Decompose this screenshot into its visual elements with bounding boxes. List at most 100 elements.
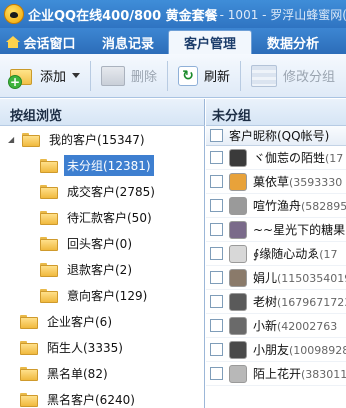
- tree-node-ungrouped[interactable]: 未分组(12381): [40, 154, 154, 176]
- avatar: [229, 292, 247, 311]
- avatar: [229, 148, 247, 167]
- toolbar-divider: [167, 60, 169, 91]
- row-checkbox[interactable]: [210, 151, 223, 164]
- tree-node-my-customers[interactable]: ◢ 我的客户(15347): [8, 128, 148, 150]
- customer-nickname: ~~星光下的糖果: [253, 223, 346, 237]
- row-checkbox[interactable]: [210, 343, 223, 356]
- customer-qq: (17: [319, 248, 338, 261]
- chevron-down-icon: [72, 73, 81, 78]
- avatar: [229, 268, 247, 287]
- folder-icon: [40, 159, 58, 173]
- tree-node-awaiting-payment[interactable]: 待汇款客户(50): [40, 206, 155, 228]
- group-tree: ◢ 我的客户(15347) 未分组(12381) 成交客户(2785) 待汇款客…: [0, 126, 205, 408]
- select-all-checkbox[interactable]: [210, 129, 223, 142]
- add-button[interactable]: + 添加: [4, 60, 84, 92]
- tab-customer-management[interactable]: 客户管理: [168, 30, 252, 54]
- tree-node-label: 回头客户(0): [67, 236, 132, 251]
- delete-icon: [101, 65, 126, 86]
- folder-icon: [40, 289, 58, 303]
- row-checkbox[interactable]: [210, 175, 223, 188]
- customer-qq: (42002763: [277, 320, 338, 333]
- tree-node-prospects[interactable]: 意向客户(129): [40, 284, 150, 306]
- folder-icon: [20, 393, 38, 407]
- row-checkbox[interactable]: [210, 223, 223, 236]
- refresh-label: 刷新: [204, 70, 231, 85]
- home-icon: [6, 36, 21, 48]
- folder-icon: [20, 341, 38, 355]
- customer-nickname: 老树: [253, 295, 278, 309]
- row-checkbox[interactable]: [210, 199, 223, 212]
- customer-nickname: 陌上花开: [253, 367, 302, 381]
- customer-row[interactable]: ~~星光下的糖果: [206, 218, 346, 242]
- tree-node-blacklisted-customers[interactable]: 黑名客户(6240): [20, 388, 138, 408]
- modify-group-label: 修改分组: [283, 70, 336, 85]
- folder-icon: [40, 211, 58, 225]
- customer-qq: (17: [325, 152, 344, 165]
- tree-node-label: 陌生人(3335): [47, 340, 123, 355]
- folder-icon: [40, 185, 58, 199]
- customer-row[interactable]: 陌上花开(3830111: [206, 362, 346, 386]
- delete-button[interactable]: 删除: [97, 60, 161, 92]
- modify-group-button[interactable]: 修改分组: [247, 60, 339, 92]
- avatar: [229, 340, 247, 359]
- row-checkbox[interactable]: [210, 295, 223, 308]
- row-checkbox[interactable]: [210, 247, 223, 260]
- tab-data-analysis[interactable]: 数据分析: [252, 30, 334, 54]
- avatar: [229, 316, 247, 335]
- folder-icon: [22, 133, 40, 147]
- window-title: 企业QQ在线400/800 黄金套餐: [28, 8, 218, 24]
- row-checkbox[interactable]: [210, 367, 223, 380]
- tree-node-label: 意向客户(129): [67, 288, 148, 303]
- tab-chat-window[interactable]: 会话窗口: [0, 30, 88, 54]
- customer-row[interactable]: 老树(1679671723: [206, 290, 346, 314]
- tree-node-label: 待汇款客户(50): [67, 210, 152, 225]
- customer-nickname: 小朋友: [253, 343, 290, 357]
- tree-node-label: 企业客户(6): [47, 314, 112, 329]
- customer-row[interactable]: 娟儿(11503540195: [206, 266, 346, 290]
- tree-node-enterprise-customers[interactable]: 企业客户(6): [20, 310, 115, 332]
- tree-node-strangers[interactable]: 陌生人(3335): [20, 336, 126, 358]
- customer-qq: (11503540195: [277, 272, 346, 285]
- toolbar-divider: [240, 60, 242, 91]
- tree-node-closed-deals[interactable]: 成交客户(2785): [40, 180, 158, 202]
- group-browse-header: 按组浏览: [0, 99, 205, 126]
- folder-icon: [20, 367, 38, 381]
- avatar: [229, 364, 247, 383]
- customer-nickname: 娟儿: [253, 271, 278, 285]
- tree-node-returning-customers[interactable]: 回头客户(0): [40, 232, 135, 254]
- title-bar: 企业QQ在线400/800 黄金套餐 - 1001 - 罗浮山蜂蜜网(8000: [0, 0, 346, 28]
- customer-qq: (100989288: [289, 344, 346, 357]
- folder-icon: [40, 263, 58, 277]
- tab-message-history[interactable]: 消息记录: [88, 30, 168, 54]
- customer-qq: (3593330: [289, 176, 343, 189]
- customer-qq: (1679671723: [277, 296, 346, 309]
- refresh-button[interactable]: ↻ 刷新: [174, 60, 234, 92]
- add-label: 添加: [40, 70, 67, 85]
- tree-node-label: 退款客户(2): [67, 262, 132, 277]
- window-subtitle: - 1001 - 罗浮山蜂蜜网(8000: [219, 7, 346, 22]
- avatar: [229, 244, 247, 263]
- customer-row[interactable]: 喧竹渔舟(582895: [206, 194, 346, 218]
- tree-node-blacklist[interactable]: 黑名单(82): [20, 362, 111, 384]
- toolbar: + 添加 删除 ↻ 刷新 修改分组: [0, 54, 346, 98]
- tree-node-label: 成交客户(2785): [67, 184, 155, 199]
- customer-nickname: 喧竹渔舟: [253, 199, 302, 213]
- tree-node-label: 黑名客户(6240): [47, 392, 135, 407]
- row-checkbox[interactable]: [210, 271, 223, 284]
- customer-row[interactable]: ヾ伽莣の陌甡(17: [206, 146, 346, 170]
- customer-row[interactable]: 菓依草(3593330: [206, 170, 346, 194]
- refresh-icon: ↻: [178, 65, 199, 86]
- customer-row[interactable]: ∮缘随心动ゑ(17: [206, 242, 346, 266]
- column-header-label[interactable]: 客户昵称(QQ帐号): [229, 127, 329, 144]
- customer-nickname: 菓依草: [253, 175, 290, 189]
- customer-qq: (582895: [301, 200, 346, 213]
- customer-list-header: 未分组: [206, 99, 346, 126]
- customer-nickname: 小新: [253, 319, 278, 333]
- expand-triangle-icon[interactable]: ◢: [8, 135, 18, 144]
- row-checkbox[interactable]: [210, 319, 223, 332]
- qq-logo-icon: [4, 4, 24, 24]
- tree-node-refund-customers[interactable]: 退款客户(2): [40, 258, 135, 280]
- customer-row[interactable]: 小朋友(100989288: [206, 338, 346, 362]
- column-header: 客户昵称(QQ帐号): [206, 126, 346, 146]
- customer-row[interactable]: 小新(42002763: [206, 314, 346, 338]
